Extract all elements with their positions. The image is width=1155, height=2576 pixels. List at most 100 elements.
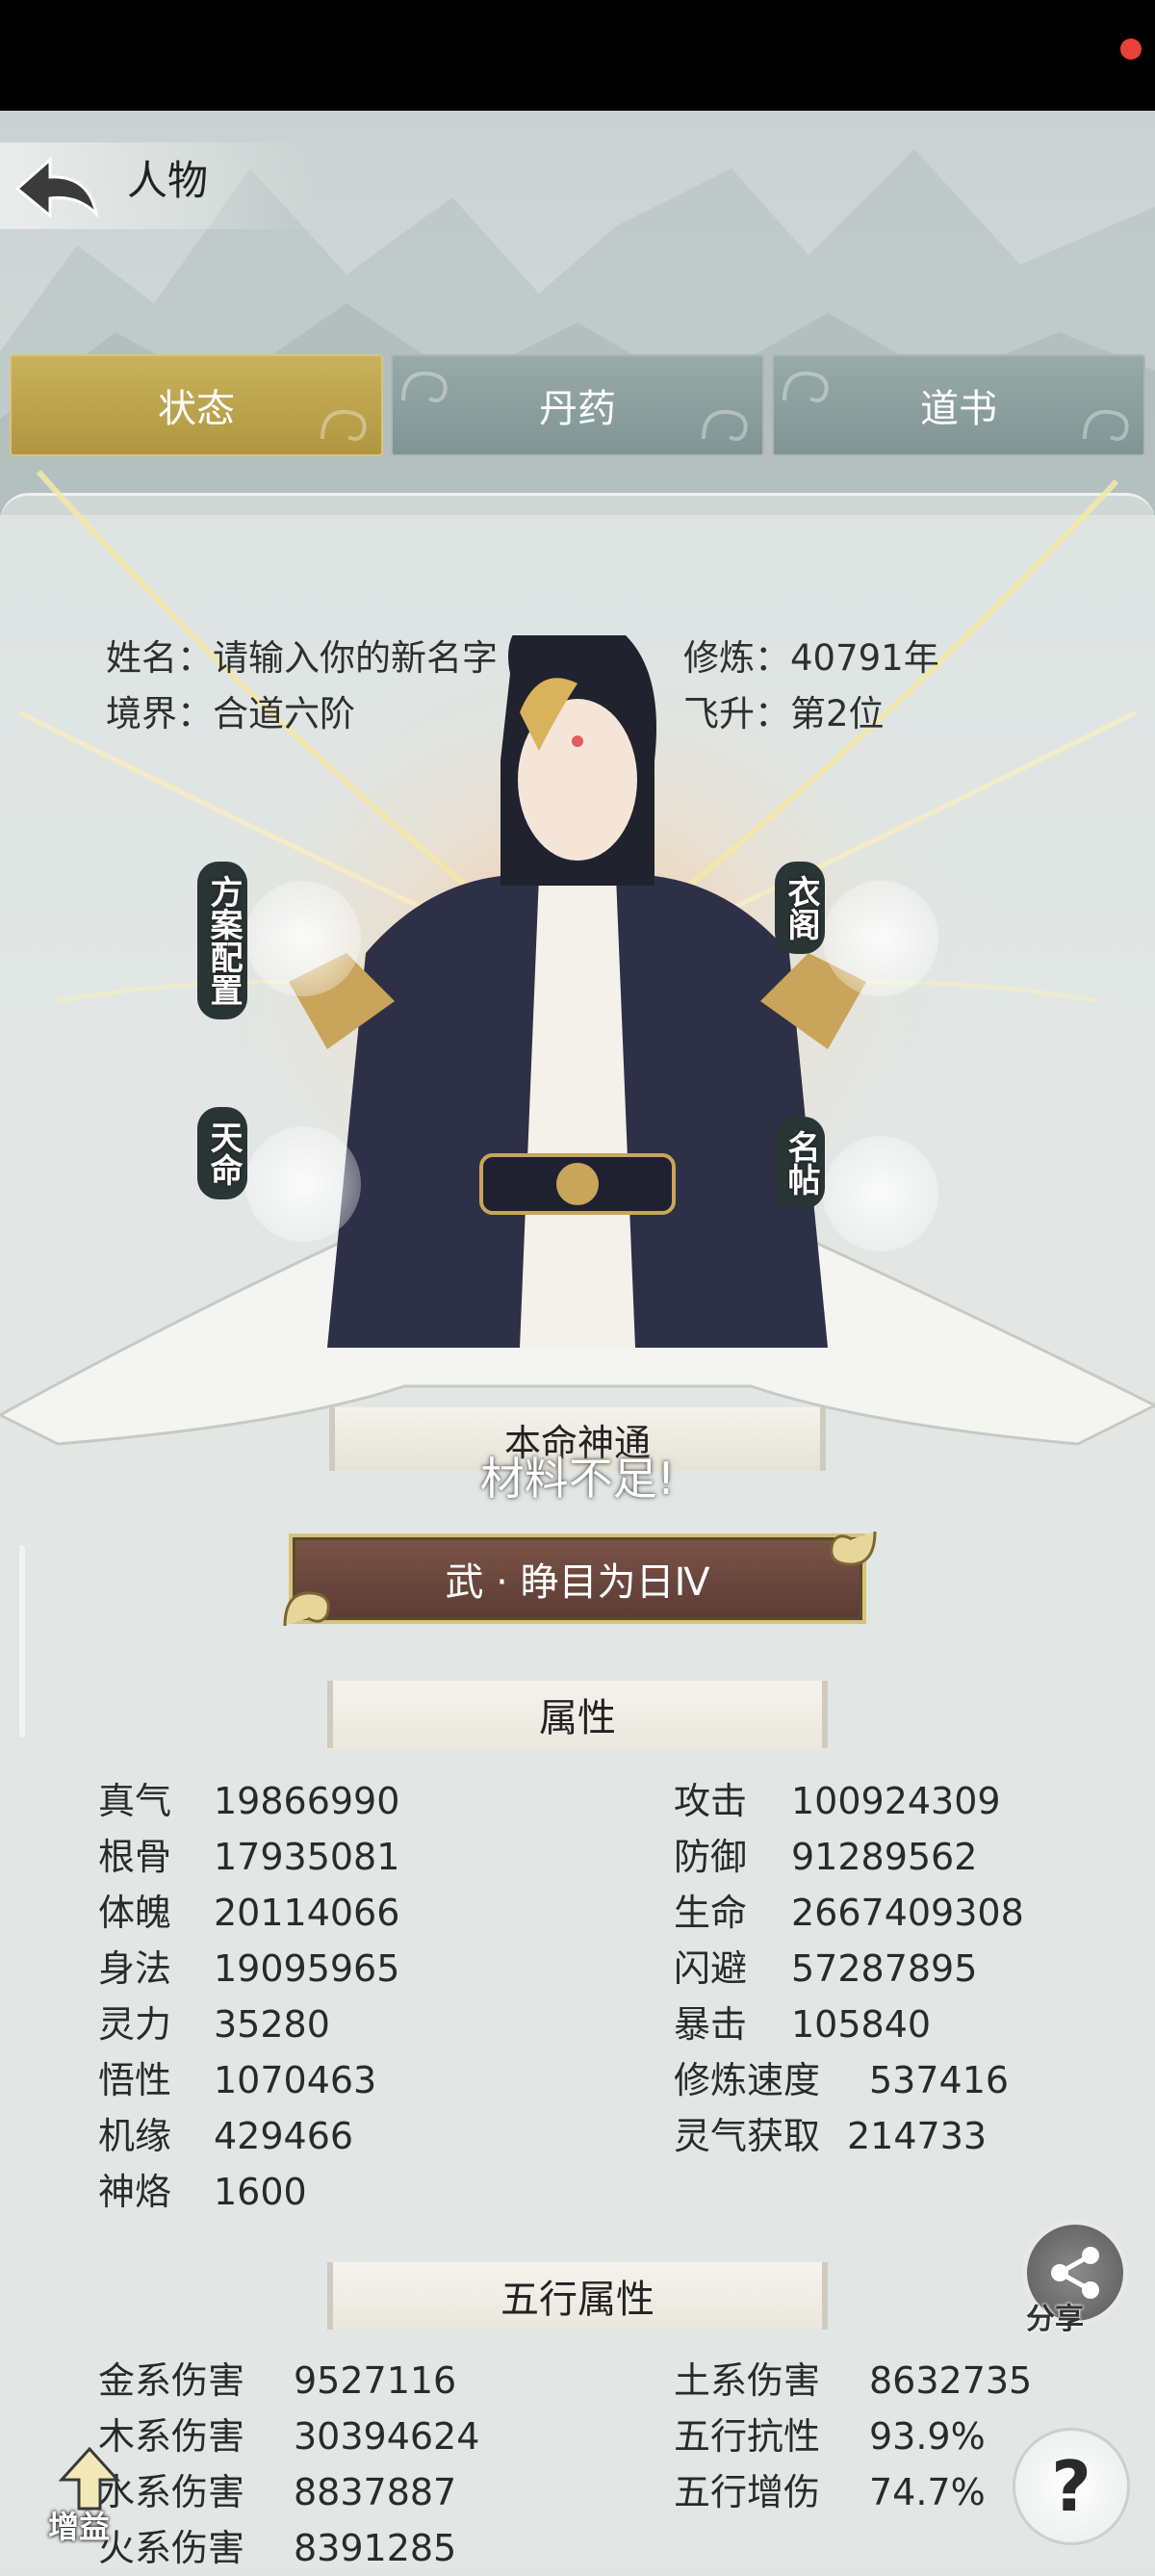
profile-name: 姓名：请输入你的新名字	[106, 637, 498, 679]
element-row: 93.9%	[869, 2409, 986, 2464]
stat-value: 17935081	[214, 1836, 400, 1878]
help-button[interactable]: ?	[1013, 2428, 1130, 2545]
stat-name: 灵力	[98, 2003, 172, 2046]
tab-label: 状态	[158, 387, 235, 431]
stat-name: 机缘	[98, 2115, 172, 2157]
element-value: 8632735	[869, 2359, 1033, 2402]
stat-row: 537416	[869, 2052, 1009, 2108]
stat-row: 体魄	[98, 1885, 171, 1941]
element-name: 五行抗性	[674, 2415, 821, 2458]
stat-value: 214733	[847, 2115, 988, 2157]
boost-button[interactable]: 增益	[46, 2445, 133, 2551]
name-card-button[interactable]: 名帖	[775, 1117, 938, 1280]
stat-row: 防御	[674, 1829, 747, 1885]
stat-name: 修炼速度	[674, 2059, 821, 2101]
share-label: 分享	[1026, 2303, 1084, 2336]
element-name: 五行增伤	[674, 2471, 821, 2513]
stat-row: 100924309	[791, 1773, 1001, 1829]
insufficient-materials-warning: 材料不足!	[479, 1453, 676, 1505]
back-button[interactable]	[8, 146, 104, 227]
stat-row: 暴击	[674, 1996, 747, 2052]
stat-row: 真气	[98, 1773, 171, 1829]
stat-row: 根骨	[98, 1829, 171, 1885]
stat-name: 暴击	[674, 2003, 748, 2046]
back-arrow-icon	[14, 156, 99, 219]
element-row: 五行增伤	[674, 2464, 820, 2520]
stat-row: 1070463	[214, 2052, 376, 2108]
question-mark-icon: ?	[1051, 2446, 1091, 2527]
stat-value: 19866990	[214, 1780, 400, 1822]
stat-name: 防御	[674, 1836, 748, 1878]
stat-row: 机缘	[98, 2108, 171, 2164]
fate-button[interactable]: 天命	[197, 1107, 361, 1271]
wardrobe-button[interactable]: 衣阁	[775, 862, 938, 1025]
tab-label: 道书	[920, 387, 997, 431]
scroll-indicator[interactable]	[19, 1545, 25, 1738]
robe-icon	[823, 881, 938, 996]
stat-name: 神烙	[98, 2171, 172, 2213]
cloud-ornament-icon	[702, 409, 748, 441]
cloud-ornament-icon	[783, 371, 829, 402]
stat-row: 2667409308	[791, 1885, 1024, 1941]
stat-value: 91289562	[791, 1836, 978, 1878]
plan-config-button[interactable]: 方案配置	[197, 862, 361, 1025]
tab-label: 丹药	[539, 387, 616, 431]
stat-value: 2667409308	[791, 1892, 1024, 1934]
element-row: 8632735	[869, 2353, 1032, 2409]
attributes-header: 属性	[327, 1681, 828, 1748]
stat-row: 19866990	[214, 1773, 399, 1829]
stat-value: 1070463	[214, 2059, 377, 2101]
stat-row: 攻击	[674, 1773, 747, 1829]
character-portrait	[0, 635, 1155, 1446]
stat-row: 214733	[847, 2108, 987, 2164]
element-row: 五行抗性	[674, 2409, 820, 2464]
element-value: 9527116	[294, 2359, 457, 2402]
stat-value: 105840	[791, 2003, 932, 2046]
cloud-ornament-icon	[321, 409, 367, 441]
tab-status[interactable]: 状态	[10, 354, 383, 456]
stat-row: 19095965	[214, 1941, 399, 1996]
stat-name: 攻击	[674, 1780, 748, 1822]
stat-row: 悟性	[98, 2052, 171, 2108]
element-row: 74.7%	[869, 2464, 986, 2520]
stat-row: 57287895	[791, 1941, 977, 1996]
element-value: 8837887	[294, 2471, 457, 2513]
attributes-title: 属性	[539, 1696, 616, 1740]
element-row: 8391285	[294, 2520, 456, 2576]
stat-value: 57287895	[791, 1947, 978, 1990]
stat-name: 闪避	[674, 1947, 748, 1990]
stat-name: 身法	[98, 1947, 172, 1990]
stat-row: 429466	[214, 2108, 353, 2164]
status-bar	[0, 0, 1155, 111]
stat-name: 真气	[98, 1780, 172, 1822]
element-value: 8391285	[294, 2527, 457, 2569]
stat-row: 身法	[98, 1941, 171, 1996]
stat-value: 429466	[214, 2115, 354, 2157]
stat-value: 20114066	[214, 1892, 400, 1934]
stat-row: 105840	[791, 1996, 931, 2052]
elements-header: 五行属性	[327, 2262, 828, 2330]
tab-pills[interactable]: 丹药	[391, 354, 764, 456]
cloud-corner-icon	[830, 1531, 877, 1566]
stat-row: 1600	[214, 2164, 307, 2220]
stat-row: 修炼速度	[674, 2052, 820, 2108]
stat-value: 537416	[869, 2059, 1010, 2101]
stat-value: 35280	[214, 2003, 330, 2046]
skill-name: 武 · 睁目为日Ⅳ	[445, 1560, 710, 1605]
stat-name: 体魄	[98, 1892, 172, 1934]
element-row: 30394624	[294, 2409, 479, 2464]
tab-books[interactable]: 道书	[772, 354, 1145, 456]
recording-indicator	[1120, 39, 1142, 60]
page-title: 人物	[127, 157, 209, 204]
cloud-corner-icon	[283, 1591, 330, 1627]
element-value: 93.9%	[869, 2415, 986, 2458]
stat-name: 灵气获取	[674, 2115, 821, 2157]
stat-row: 灵气获取	[674, 2108, 820, 2164]
skill-button[interactable]: 武 · 睁目为日Ⅳ	[279, 1526, 881, 1632]
element-name: 土系伤害	[674, 2359, 821, 2402]
stat-row: 灵力	[98, 1996, 171, 2052]
wardrobe-label: 衣阁	[775, 862, 825, 954]
element-value: 74.7%	[869, 2471, 986, 2513]
stat-row: 20114066	[214, 1885, 399, 1941]
stat-value: 19095965	[214, 1947, 400, 1990]
